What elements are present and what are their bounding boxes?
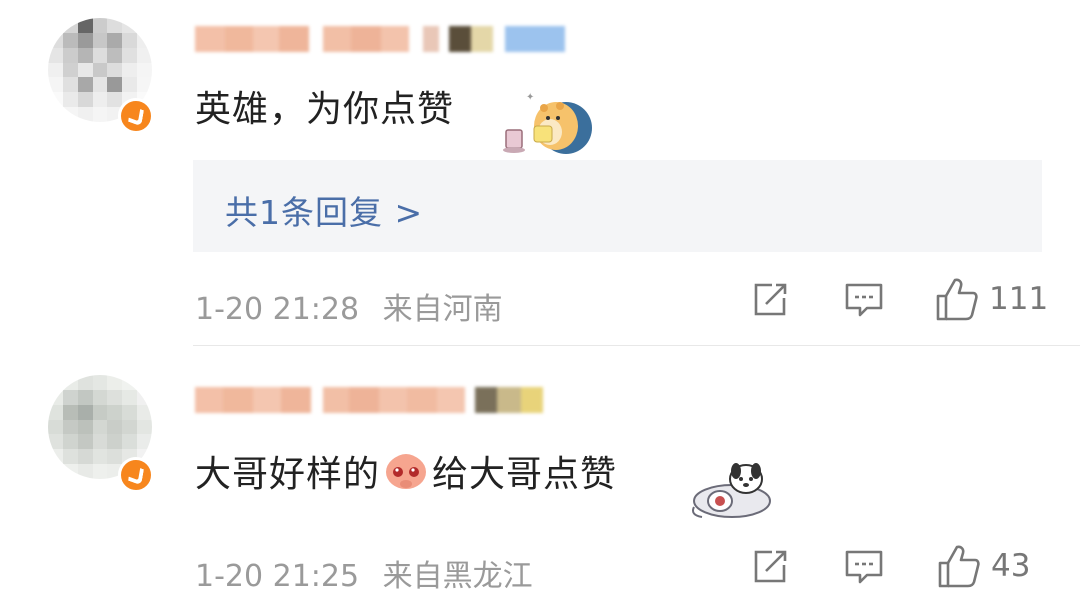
- reply-button[interactable]: [843, 280, 885, 320]
- replies-box[interactable]: 共1条回复 >: [193, 160, 1042, 252]
- timestamp: 1-20 21:28: [195, 292, 360, 327]
- dog-sticker-icon: [692, 463, 771, 518]
- share-icon: [754, 283, 787, 316]
- svg-text:✦: ✦: [526, 92, 534, 103]
- like-count: 111: [989, 281, 1049, 317]
- location: 来自黑龙江: [382, 559, 533, 594]
- verified-badge-icon: [118, 457, 154, 493]
- share-button[interactable]: [750, 280, 790, 320]
- reply-button[interactable]: [843, 547, 885, 587]
- location: 来自河南: [382, 292, 503, 327]
- share-icon: [754, 550, 787, 583]
- comment-item: 大哥好样的 给大哥点赞 1-20 21:25 来自黑龙江 43: [0, 345, 1080, 606]
- username-blurred[interactable]: [195, 383, 543, 417]
- shy-face-emoji-icon: [386, 454, 427, 489]
- comment-icon: [845, 283, 883, 317]
- like-button[interactable]: 43: [937, 543, 1030, 589]
- like-count: 43: [991, 548, 1031, 584]
- comment-item: 英雄，为你点赞 ✦ 共1条回复 > 1-20 21:28 来自河南 111: [0, 0, 1080, 345]
- thumbs-up-icon: [938, 545, 980, 588]
- comment-icon: [845, 550, 883, 584]
- comment-text-part2: 给大哥点赞: [432, 454, 618, 495]
- verified-badge-icon: [118, 98, 154, 134]
- thumbs-up-icon: [936, 278, 978, 321]
- view-replies-link[interactable]: 共1条回复 >: [225, 186, 423, 234]
- comment-text: 英雄，为你点赞: [195, 89, 455, 130]
- comment-meta: 1-20 21:28 来自河南: [195, 284, 503, 328]
- hamster-sticker-icon: ✦: [503, 92, 592, 154]
- timestamp: 1-20 21:25: [195, 559, 360, 594]
- share-button[interactable]: [750, 547, 790, 587]
- like-button[interactable]: 111: [935, 276, 1048, 322]
- comment-text: 大哥好样的 给大哥点赞: [195, 445, 617, 497]
- username-blurred[interactable]: [195, 22, 565, 56]
- comment-text-part1: 大哥好样的: [195, 454, 381, 495]
- comment-meta: 1-20 21:25 来自黑龙江: [195, 551, 533, 595]
